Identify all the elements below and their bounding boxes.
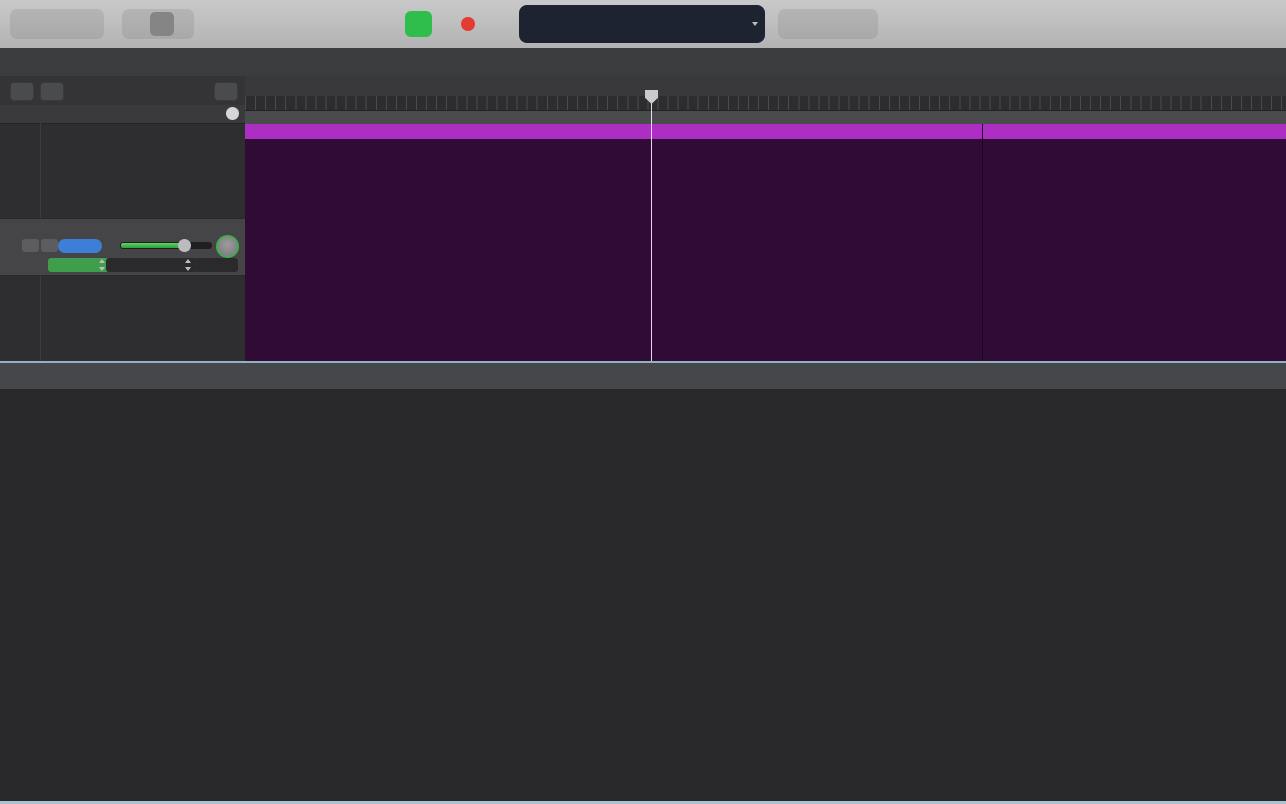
loop-browser-icon[interactable]	[1236, 12, 1260, 36]
add-track-button[interactable]	[10, 82, 34, 101]
playhead[interactable]	[651, 90, 652, 361]
solo-mode-icon[interactable]	[855, 12, 879, 36]
marker-lane-header[interactable]	[0, 105, 245, 124]
list-editors-icon[interactable]	[1182, 12, 1206, 36]
mixer-panel	[0, 389, 1286, 801]
track-volume-slider[interactable]	[120, 239, 212, 252]
channel-strips	[67, 389, 1286, 801]
forward-icon[interactable]	[380, 12, 404, 36]
add-marker-button[interactable]	[226, 107, 239, 120]
editor-tools-icon[interactable]	[174, 12, 198, 36]
duplicate-track-button[interactable]	[40, 82, 64, 101]
mixer-icon[interactable]	[150, 12, 174, 36]
automation-mode-dropdown[interactable]	[48, 258, 110, 272]
pause-icon[interactable]	[436, 12, 460, 36]
play-button[interactable]	[405, 11, 432, 37]
quick-help-icon[interactable]	[61, 12, 85, 36]
smart-controls-icon[interactable]	[126, 12, 150, 36]
track-header-toolbar	[0, 76, 245, 106]
track-automation-target-button[interactable]	[58, 239, 102, 253]
rewind-icon[interactable]	[352, 12, 376, 36]
track-pan-knob[interactable]	[216, 235, 239, 258]
mixer-toolbar	[0, 363, 1286, 750]
automation-parameter-dropdown[interactable]	[106, 258, 196, 272]
synth-lead-track-header[interactable]	[0, 218, 245, 276]
logic-pro-window: { "icons":{"library":"▤","info":"i","hel…	[0, 0, 1286, 804]
lcd-caret-icon[interactable]	[752, 22, 758, 26]
track-header-column	[0, 76, 246, 361]
autopunch-icon[interactable]	[805, 12, 829, 36]
count-in-icon[interactable]	[780, 12, 804, 36]
track-mute-button[interactable]	[22, 239, 39, 252]
main-toolbar	[0, 0, 1286, 49]
inspector-info-icon[interactable]	[38, 12, 62, 36]
library-icon[interactable]	[14, 12, 38, 36]
tracks-area-toolbar	[0, 48, 1286, 121]
toolbar-panel-icon[interactable]	[84, 12, 108, 36]
cycle-icon[interactable]	[484, 12, 508, 36]
tuner-icon[interactable]	[830, 12, 854, 36]
note-pads-icon[interactable]	[1210, 12, 1234, 36]
media-browser-icon[interactable]	[1260, 12, 1284, 36]
record-button[interactable]	[461, 17, 475, 31]
lcd-display[interactable]	[519, 5, 765, 43]
volume-automation-curve[interactable]	[245, 76, 1286, 361]
automation-value-readout[interactable]	[194, 258, 238, 272]
track-solo-button[interactable]	[41, 239, 58, 252]
track-header-config-button[interactable]	[214, 82, 238, 101]
metronome-icon[interactable]	[892, 12, 916, 36]
mixer-row-labels	[0, 389, 64, 801]
